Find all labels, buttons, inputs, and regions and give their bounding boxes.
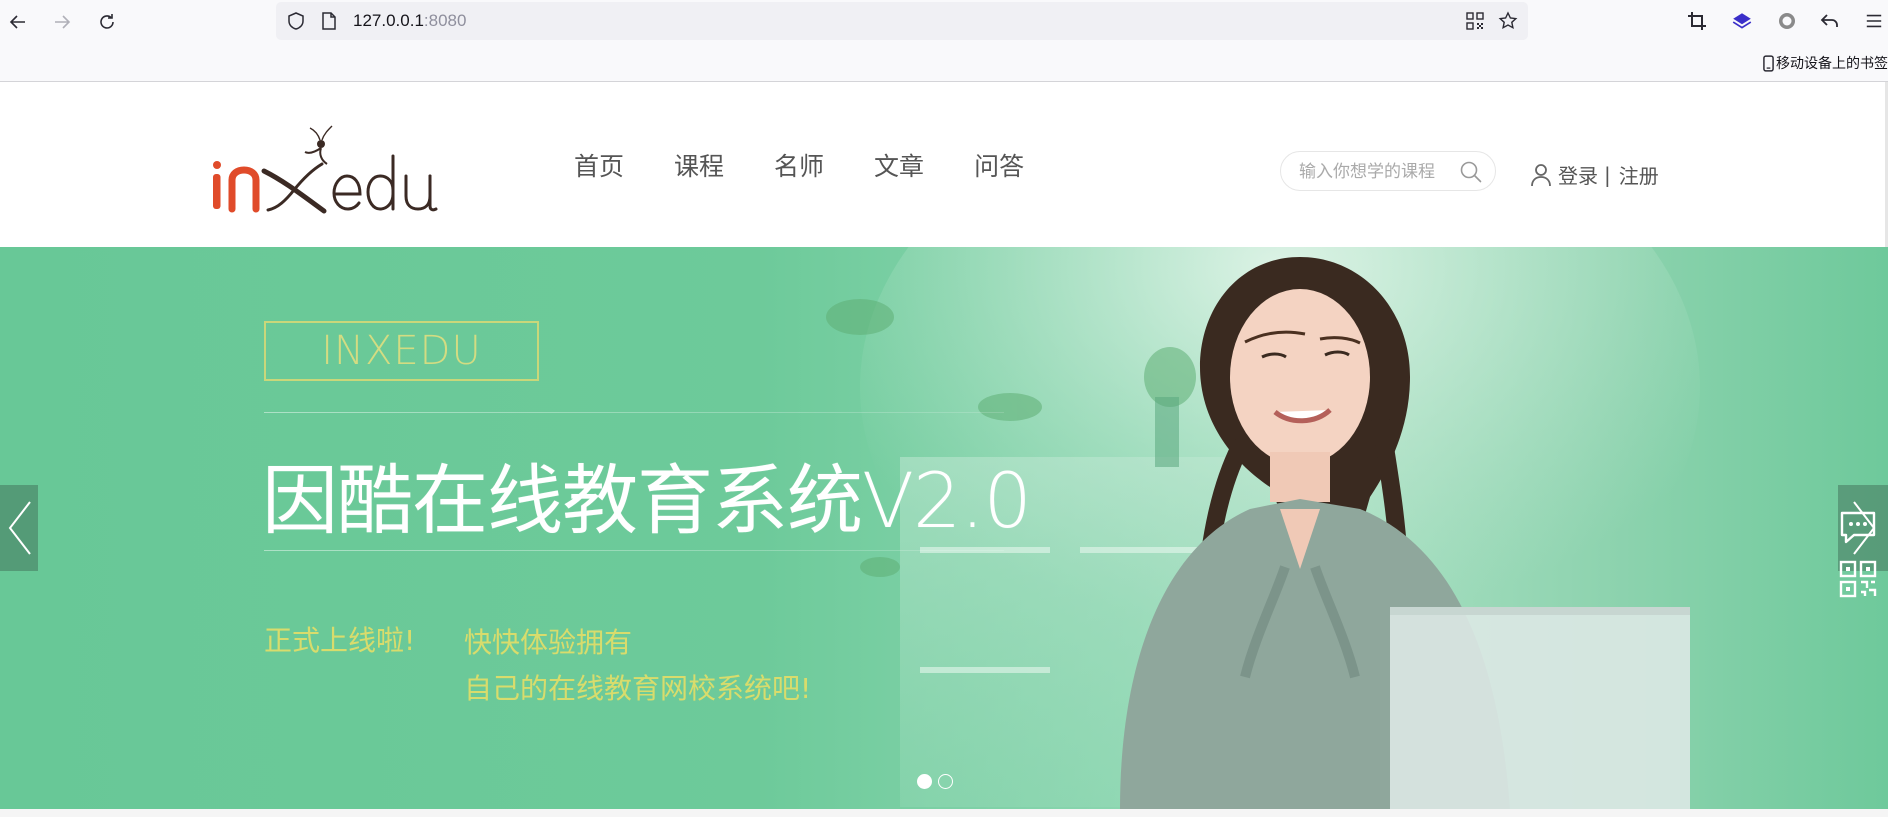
carousel-prev-button[interactable] <box>0 485 38 571</box>
undo-icon[interactable] <box>1818 9 1842 33</box>
carousel-dot-2[interactable] <box>938 774 953 789</box>
browser-toolbar: 127.0.0.1:8080 移动设备上的书签 <box>0 0 1888 82</box>
url-bar[interactable]: 127.0.0.1:8080 <box>276 2 1528 40</box>
nav-qa[interactable]: 问答 <box>974 152 1024 182</box>
reload-button[interactable] <box>93 8 121 36</box>
mobile-bookmarks-label: 移动设备上的书签 <box>1776 56 1888 72</box>
nav-articles[interactable]: 文章 <box>874 152 924 182</box>
site-logo[interactable] <box>208 116 458 216</box>
extension-layers-icon[interactable] <box>1730 9 1754 33</box>
reload-icon <box>100 14 114 29</box>
mobile-device-icon <box>1763 54 1774 72</box>
main-nav: 首页 课程 名师 文章 问答 <box>574 152 1074 182</box>
search-icon[interactable] <box>1459 160 1483 184</box>
hero-banner: INXEDU 因酷在线教育系统V2.0 正式上线啦! 快快体验拥有 自己的在线教… <box>0 247 1888 809</box>
brand-box-text: INXEDU <box>321 328 482 374</box>
qr-code-icon[interactable] <box>1466 12 1484 30</box>
user-icon <box>1531 163 1551 186</box>
banner-tag-online: 正式上线啦! <box>264 624 416 657</box>
banner-headline: 因酷在线教育系统V2.0 <box>262 456 1032 545</box>
auth-separator: | <box>1604 162 1611 187</box>
chat-icon[interactable] <box>1838 507 1878 547</box>
page-icon[interactable] <box>320 11 338 31</box>
qr-code-side-icon[interactable] <box>1838 559 1878 599</box>
forward-button[interactable] <box>48 8 76 36</box>
auth-links: 登录 | 注册 <box>1530 160 1659 189</box>
arrow-left-icon <box>9 15 25 29</box>
nav-teachers[interactable]: 名师 <box>774 152 824 182</box>
banner-tag-try-line1: 快快体验拥有 <box>464 626 633 659</box>
menu-icon[interactable] <box>1862 9 1886 33</box>
search-box <box>1280 151 1496 191</box>
carousel-indicators <box>917 774 953 789</box>
carousel-dot-1[interactable] <box>917 774 932 789</box>
site-header: 首页 课程 名师 文章 问答 登录 | 注册 <box>0 82 1888 247</box>
search-input[interactable] <box>1299 160 1459 184</box>
page-bottom-strip <box>0 809 1888 817</box>
arrow-right-icon <box>55 15 71 29</box>
mobile-bookmarks[interactable]: 移动设备上的书签 <box>1763 53 1888 73</box>
back-button[interactable] <box>4 8 32 36</box>
extension-circle-icon[interactable] <box>1775 9 1799 33</box>
nav-courses[interactable]: 课程 <box>674 152 724 182</box>
shield-icon[interactable] <box>286 11 306 31</box>
bookmark-star-icon[interactable] <box>1498 11 1518 31</box>
login-link[interactable]: 登录 <box>1558 160 1598 189</box>
banner-tag-try-line2: 自己的在线教育网校系统吧! <box>464 672 812 705</box>
divider-line-top <box>264 412 1004 413</box>
nav-home[interactable]: 首页 <box>574 152 624 182</box>
url-text[interactable]: 127.0.0.1:8080 <box>353 11 466 31</box>
register-link[interactable]: 注册 <box>1619 160 1659 189</box>
brand-box: INXEDU <box>264 321 539 381</box>
divider-line-bottom <box>264 550 1004 551</box>
crop-icon[interactable] <box>1685 9 1709 33</box>
chevron-left-icon <box>8 501 31 555</box>
